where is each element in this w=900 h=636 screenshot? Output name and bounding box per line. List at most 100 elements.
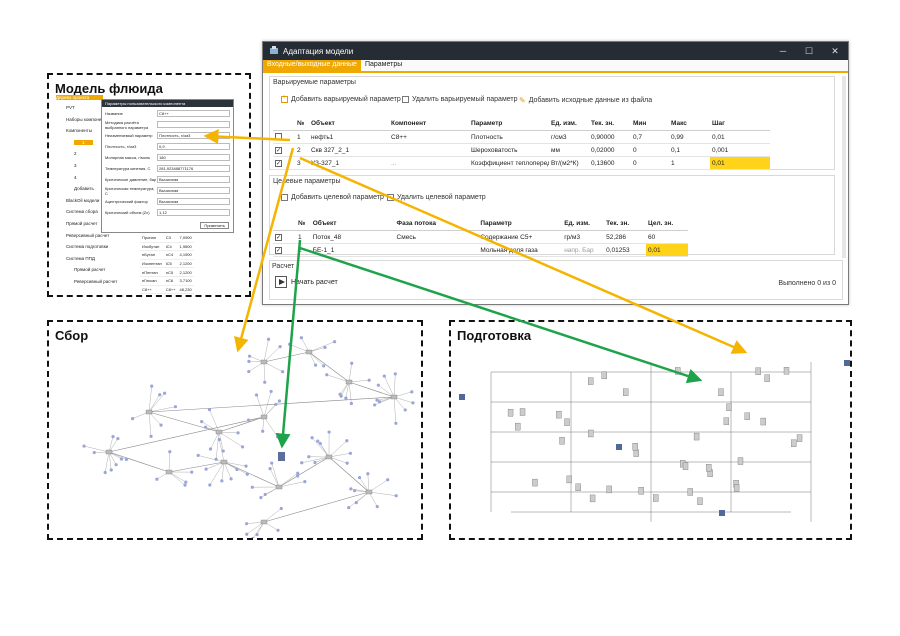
varied-cell-min[interactable]: 0,7 [631,130,669,144]
varied-cell-param[interactable]: Коэффициент теплоперед [469,156,549,170]
tree-item[interactable]: 4 [74,175,77,180]
fluid-row-value[interactable]: Плотность, г/см3 [157,132,230,139]
varied-cell-n[interactable]: 2 [295,143,309,157]
varied-cell-current[interactable]: 0,13600 [589,156,631,170]
row-checkbox[interactable]: ✓ [273,143,295,157]
remove-varied-button[interactable]: Удалить варьируемый параметр [402,96,518,103]
target-cell-target[interactable]: 60 [646,230,688,244]
varied-row[interactable]: ✓ 3 УЗ-327_1... Коэффициент теплоперед Вт/(м… [273,156,770,170]
fluid-row-value[interactable]: 180 [157,154,230,161]
target-cell-current[interactable]: 0,01253 [604,243,646,257]
varied-cell-n[interactable]: 1 [295,130,309,144]
tree-item[interactable]: 2 [74,151,77,156]
tree-item[interactable]: PVT [66,105,75,110]
checkbox[interactable]: ✓ [275,246,282,254]
tree-item[interactable]: Добавить [74,186,94,191]
row-checkbox[interactable] [273,130,295,144]
maximize-icon[interactable]: ☐ [796,46,822,57]
target-cell-object[interactable]: Поток_48 [310,230,395,244]
fluid-row-value[interactable]: 1,12 [157,209,230,216]
tree-item[interactable]: Система сбора [66,209,98,214]
varied-cell-component[interactable]: ... [389,156,469,170]
component-row[interactable]: Пропан С3 7,0900 [140,234,194,243]
varied-cell-max[interactable]: 0,1 [669,143,710,157]
fluid-row-value[interactable]: 281,923488771176 [157,165,230,172]
tree-item[interactable]: Реверсивный расчет [66,233,109,238]
varied-cell-unit[interactable]: Вт/(м2*К) [549,156,589,170]
varied-cell-max[interactable]: 1 [669,156,710,170]
tree-item[interactable]: Прямой расчет [74,267,105,272]
component-row[interactable]: С8++ С8++ 48,230 [140,285,194,295]
tree-item[interactable]: Реверсивный расчет [74,279,117,284]
varied-cell-n[interactable]: 3 [295,156,309,170]
row-checkbox[interactable]: ✓ [273,230,297,244]
target-cell-n[interactable]: 2 [296,243,311,257]
varied-cell-param[interactable]: Шероховатость [469,143,549,157]
component-row[interactable]: нГексан nC6 3,7100 [140,276,194,286]
varied-cell-object[interactable]: нефть1 [309,130,389,144]
remove-target-button[interactable]: Удалить целевой параметр [387,194,486,201]
fluid-row-value[interactable]: 0,9 [157,143,230,150]
varied-cell-min[interactable]: 0 [631,143,669,157]
close-icon[interactable]: ✕ [822,46,848,57]
varied-cell-step[interactable]: 0,01 [710,156,770,170]
checkbox[interactable] [275,132,282,140]
fluid-row-value[interactable] [157,121,230,128]
varied-cell-step[interactable]: 0,001 [710,143,770,157]
tab-io-data[interactable]: Входные/выходные данные [263,60,361,71]
start-calc-button[interactable]: Начать расчет [275,276,338,288]
fluid-row-value[interactable]: Вычислим [157,198,230,205]
row-checkbox[interactable]: ✓ [273,243,297,257]
checkbox[interactable]: ✓ [275,146,282,154]
target-row[interactable]: ✓ 1 Поток_48 Смесь Содержание С5+ гр/м3 52,286… [273,230,688,244]
varied-cell-max[interactable]: 0,99 [669,130,710,144]
tree-item[interactable]: BlackOil модели [66,198,99,203]
add-target-button[interactable]: Добавить целевой параметр [281,194,384,201]
tree-item[interactable]: 1 [74,139,93,145]
varied-cell-unit[interactable]: мм [549,143,589,157]
fluid-row-value[interactable]: С8++ [157,110,230,117]
component-row[interactable]: Изопентан iC5 2,1200 [140,259,194,269]
target-cell-n[interactable]: 1 [296,230,311,244]
fluid-row-value[interactable]: Вычислим [157,176,230,183]
target-cell-phase[interactable] [394,243,479,257]
target-cell-object[interactable]: БЕ-1_1 [310,243,395,257]
tree-item[interactable]: Система ППД [66,256,95,261]
add-varied-button[interactable]: Добавить варьируемый параметр [281,94,401,103]
target-cell-param[interactable]: Содержание С5+ [478,230,563,244]
varied-row[interactable]: 1 нефть1 С8++ Плотность г/см3 0,90000 0,7 0,99 0… [273,130,770,144]
minimize-icon[interactable]: ─ [770,46,796,56]
target-cell-unit[interactable]: гр/м3 [562,230,605,244]
target-cell-param[interactable]: Мольная доля газа [478,243,563,257]
varied-cell-unit[interactable]: г/см3 [549,130,589,144]
component-row[interactable]: нПентан nC5 2,1200 [140,267,194,277]
component-row[interactable]: Изобутан iC4 1,9600 [140,242,194,252]
target-cell-current[interactable]: 52,286 [604,230,646,244]
varied-cell-step[interactable]: 0,01 [710,130,770,144]
varied-cell-object[interactable]: УЗ-327_1 [309,156,389,170]
varied-cell-object[interactable]: Скв 327_2_1 [309,143,389,157]
target-cell-unit[interactable]: напр. Бар [562,243,605,257]
varied-cell-min[interactable]: 0 [631,156,669,170]
tree-item[interactable]: 3 [74,163,77,168]
varied-cell-param[interactable]: Плотность [469,130,549,144]
import-data-button[interactable]: ✎ Добавить исходные данные из файла [519,96,652,105]
component-row[interactable]: нБутан nC4 4,1900 [140,250,194,260]
tree-item[interactable]: Система подготовки [66,244,108,249]
varied-cell-current[interactable]: 0,02000 [589,143,631,157]
scrollbar[interactable] [842,76,846,258]
varied-cell-component[interactable] [389,143,469,157]
target-row[interactable]: ✓ 2 БЕ-1_1 Мольная доля газа напр. Бар 0,0125… [273,243,688,257]
tree-item[interactable]: Прямой расчет [66,221,97,226]
target-cell-phase[interactable]: Смесь [394,230,479,244]
apply-button[interactable]: Применить [200,222,229,229]
tab-parameters[interactable]: Параметры [361,60,406,71]
checkbox[interactable]: ✓ [275,233,282,241]
row-checkbox[interactable]: ✓ [273,156,295,170]
checkbox[interactable]: ✓ [275,159,282,167]
varied-cell-component[interactable]: С8++ [389,130,469,144]
varied-row[interactable]: ✓ 2 Скв 327_2_1 Шероховатость мм 0,02000 0 0,1 0… [273,143,770,157]
fluid-row-value[interactable]: Вычислим [157,187,230,194]
varied-cell-current[interactable]: 0,90000 [589,130,631,144]
tree-item[interactable]: Компоненты [66,128,92,133]
